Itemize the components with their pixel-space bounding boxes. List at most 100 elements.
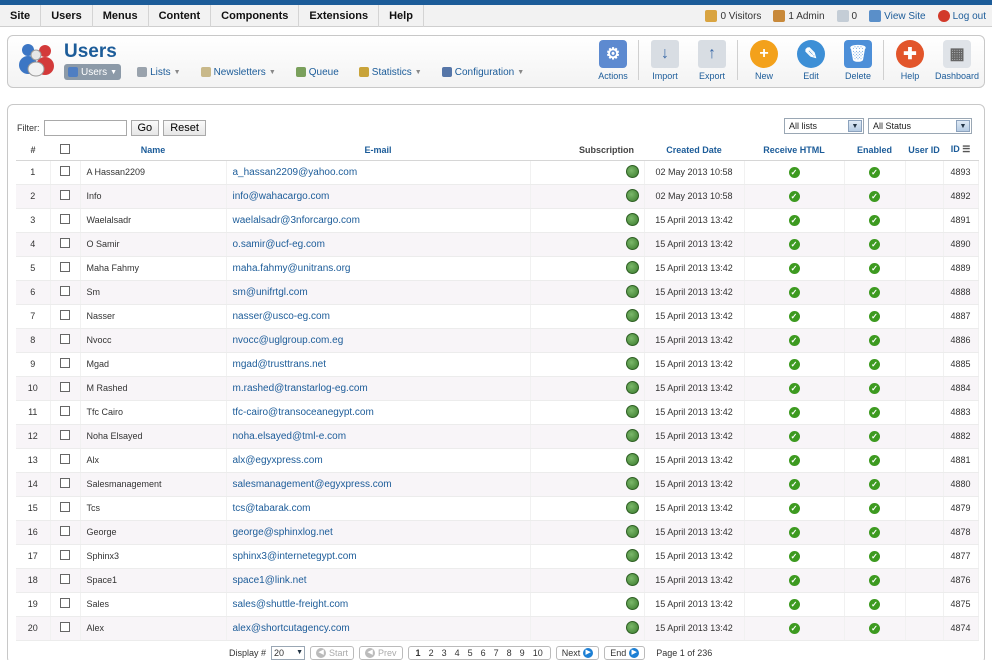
- check-icon[interactable]: ✓: [788, 358, 800, 370]
- check-icon[interactable]: ✓: [869, 334, 880, 346]
- subscription-status-icon[interactable]: [625, 596, 639, 610]
- check-icon[interactable]: ✓: [788, 286, 800, 298]
- view-site-label[interactable]: View Site: [884, 11, 926, 22]
- user-email-link[interactable]: info@wahacargo.com: [226, 184, 531, 209]
- col-id[interactable]: ID ☰: [943, 140, 978, 161]
- subscription-status-icon[interactable]: [625, 380, 639, 394]
- page-8[interactable]: 8: [503, 647, 516, 659]
- check-icon[interactable]: ✓: [788, 310, 800, 322]
- check-icon[interactable]: ✓: [788, 478, 800, 490]
- subnav-statistics[interactable]: Statistics ▼: [355, 64, 426, 80]
- check-icon[interactable]: ✓: [869, 406, 880, 418]
- subscription-status-icon[interactable]: [625, 524, 639, 538]
- check-icon[interactable]: ✓: [869, 238, 880, 250]
- subscription-status-icon[interactable]: [625, 164, 639, 178]
- page-2[interactable]: 2: [425, 647, 438, 659]
- row-checkbox[interactable]: [60, 478, 70, 488]
- subscription-status-icon[interactable]: [625, 572, 639, 586]
- subscription-status-icon[interactable]: [625, 620, 639, 634]
- row-checkbox[interactable]: [60, 430, 70, 440]
- page-9[interactable]: 9: [516, 647, 529, 659]
- col-name[interactable]: Name: [80, 140, 226, 161]
- check-icon[interactable]: ✓: [869, 622, 880, 634]
- filter-input[interactable]: [43, 120, 127, 136]
- menu-content[interactable]: Content: [149, 4, 212, 27]
- check-icon[interactable]: ✓: [788, 454, 800, 466]
- dashboard-button[interactable]: ▦ Dashboard: [934, 40, 980, 81]
- prev-button[interactable]: ◀ Prev: [359, 646, 403, 660]
- user-email-link[interactable]: sales@shuttle-freight.com: [226, 592, 531, 617]
- page-4[interactable]: 4: [451, 647, 464, 659]
- row-checkbox[interactable]: [60, 334, 70, 344]
- row-checkbox[interactable]: [60, 358, 70, 368]
- row-checkbox[interactable]: [60, 238, 70, 248]
- help-button[interactable]: ✚ Help: [887, 40, 933, 81]
- user-email-link[interactable]: noha.elsayed@tml-e.com: [226, 424, 531, 449]
- menu-menus[interactable]: Menus: [93, 4, 149, 27]
- check-icon[interactable]: ✓: [788, 430, 800, 442]
- col-enabled[interactable]: Enabled: [844, 140, 905, 161]
- view-site-link[interactable]: View Site: [869, 10, 926, 22]
- check-icon[interactable]: ✓: [869, 310, 880, 322]
- subnav-lists[interactable]: Lists ▼: [133, 64, 185, 80]
- menu-help[interactable]: Help: [379, 4, 424, 27]
- logout-link[interactable]: Log out: [937, 10, 986, 22]
- menu-components[interactable]: Components: [211, 4, 300, 27]
- check-icon[interactable]: ✓: [869, 598, 880, 610]
- subscription-status-icon[interactable]: [625, 260, 639, 274]
- subscription-status-icon[interactable]: [625, 284, 639, 298]
- user-email-link[interactable]: waelalsadr@3nforcargo.com: [226, 208, 531, 233]
- menu-users[interactable]: Users: [41, 4, 93, 27]
- row-checkbox[interactable]: [60, 310, 70, 320]
- subscription-status-icon[interactable]: [625, 332, 639, 346]
- export-button[interactable]: ↑ Export: [689, 40, 735, 81]
- row-checkbox[interactable]: [60, 598, 70, 608]
- status-select[interactable]: All Status ▼: [868, 118, 972, 134]
- row-checkbox[interactable]: [60, 574, 70, 584]
- user-email-link[interactable]: space1@link.net: [226, 568, 531, 593]
- user-email-link[interactable]: nvocc@uglgroup.com.eg: [226, 328, 531, 353]
- check-icon[interactable]: ✓: [788, 382, 800, 394]
- check-icon[interactable]: ✓: [869, 286, 880, 298]
- subnav-configuration[interactable]: Configuration ▼: [438, 64, 528, 80]
- col-created-date[interactable]: Created Date: [644, 140, 744, 161]
- row-checkbox[interactable]: [60, 262, 70, 272]
- check-icon[interactable]: ✓: [869, 550, 880, 562]
- reset-button[interactable]: Reset: [163, 120, 206, 136]
- page-1[interactable]: 1: [412, 647, 425, 659]
- user-email-link[interactable]: tfc-cairo@transoceanegypt.com: [226, 400, 531, 425]
- next-button[interactable]: Next ▶: [555, 646, 600, 660]
- subscription-status-icon[interactable]: [625, 428, 639, 442]
- check-icon[interactable]: ✓: [869, 166, 880, 178]
- lists-select[interactable]: All lists ▼: [784, 118, 864, 134]
- row-checkbox[interactable]: [60, 622, 70, 632]
- row-checkbox[interactable]: [60, 190, 70, 200]
- check-icon[interactable]: ✓: [869, 382, 880, 394]
- delete-button[interactable]: 🗑 Delete: [835, 40, 881, 81]
- select-all-checkbox[interactable]: [60, 143, 70, 154]
- check-icon[interactable]: ✓: [869, 262, 880, 274]
- check-icon[interactable]: ✓: [869, 214, 880, 226]
- menu-extensions[interactable]: Extensions: [299, 4, 380, 27]
- row-checkbox[interactable]: [60, 406, 70, 416]
- row-checkbox[interactable]: [60, 454, 70, 464]
- messages-status[interactable]: 0: [836, 10, 857, 22]
- check-icon[interactable]: ✓: [869, 502, 880, 514]
- subnav-newsletters[interactable]: Newsletters ▼: [197, 64, 280, 80]
- import-button[interactable]: ↓ Import: [642, 40, 688, 81]
- row-checkbox[interactable]: [60, 526, 70, 536]
- subscription-status-icon[interactable]: [625, 356, 639, 370]
- col-email[interactable]: E-mail: [226, 140, 530, 161]
- subscription-status-icon[interactable]: [625, 548, 639, 562]
- user-email-link[interactable]: sm@unifrtgl.com: [226, 280, 531, 305]
- page-7[interactable]: 7: [490, 647, 503, 659]
- page-5[interactable]: 5: [464, 647, 477, 659]
- check-icon[interactable]: ✓: [788, 526, 800, 538]
- subscription-status-icon[interactable]: [625, 188, 639, 202]
- user-email-link[interactable]: a_hassan2209@yahoo.com: [226, 160, 531, 185]
- menu-site[interactable]: Site: [0, 4, 42, 27]
- row-checkbox[interactable]: [60, 502, 70, 512]
- col-user-id[interactable]: User ID: [905, 140, 943, 161]
- user-email-link[interactable]: m.rashed@transtarlog-eg.com: [226, 376, 531, 401]
- check-icon[interactable]: ✓: [869, 526, 880, 538]
